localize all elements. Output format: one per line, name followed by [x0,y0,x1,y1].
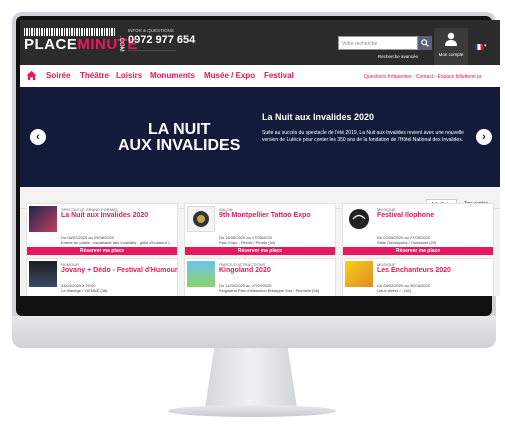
search-icon [421,39,429,47]
next-slide-button[interactable]: › [476,129,492,145]
book-button[interactable]: Réserver ma place [185,247,335,255]
monitor-stand-base [168,405,336,417]
event-thumbnail [187,206,215,232]
event-place: Salle Omnisports / Ouessant (29) [377,240,437,245]
event-card[interactable]: SALON 9th Montpellier Tattoo Expo Du 16/… [184,203,336,255]
search-button[interactable] [418,36,432,50]
nav-item-loisirs[interactable]: Loisirs [116,71,142,80]
nav-item-monuments[interactable]: Monuments [150,71,195,80]
language-flag-icon[interactable] [475,44,483,50]
screen: PLACEMINUTE .COM INFOS & QUESTIONS 0972 … [20,20,500,296]
event-card[interactable]: PARCS D'ATTRACTIONS Kingoland 2020 Du 11… [184,258,336,296]
event-place: Parc Expo - Pérols / Pérols (34) [219,240,276,245]
monitor-chin [12,316,496,348]
search-input[interactable]: Votre recherche [338,36,418,50]
monitor-stand-neck [205,348,297,408]
event-place: Le Manège / VIENNE (38) [61,288,108,293]
event-thumbnail [345,206,373,232]
event-place: Entrée du public : esplanade des Invalid… [61,240,173,245]
event-title[interactable]: La Nuit aux Invalides 2020 [61,212,148,219]
event-thumbnail [29,206,57,232]
event-title[interactable]: Jovany + Dédo - Festival d'Humour [61,267,178,274]
site-header: PLACEMINUTE .COM INFOS & QUESTIONS 0972 … [20,20,500,65]
event-card[interactable]: MUSIQUE Festival Ilophone Du 02/09/2020 … [342,203,494,255]
event-title[interactable]: 9th Montpellier Tattoo Expo [219,212,311,219]
nav-item-soiree[interactable]: Soirée [46,71,70,80]
event-card[interactable]: SPECTACLE GRAND FORMAT La Nuit aux Inval… [26,203,178,255]
nav-secondary-links[interactable]: Questions fréquentes · Contact · Espace … [364,74,482,80]
nav-item-festival[interactable]: Festival [264,71,294,80]
advanced-search-link[interactable]: Recherche avancée [378,54,418,59]
chevron-left-icon: ‹ [36,131,40,143]
slide-description: Suite au succès du spectacle de l'été 20… [262,130,464,143]
event-title[interactable]: Festival Ilophone [377,212,434,219]
user-icon [445,32,457,46]
chevron-right-icon: › [482,131,486,143]
event-card[interactable]: MUSIQUE Les Enchanteurs 2020 Du 28/02/20… [342,258,494,296]
account-button[interactable]: Mon compte [434,28,468,65]
site-logo[interactable]: PLACEMINUTE .COM [24,28,137,58]
phone-number[interactable]: 0972 977 654 [128,34,195,46]
hero-image-title: LA NUIT AUX INVALIDES [118,121,241,154]
event-title[interactable]: Kingoland 2020 [219,267,271,274]
nav-item-musee-expo[interactable]: Musée / Expo [204,71,255,80]
event-place: Lieux divers / - (62) [377,288,412,293]
event-card[interactable]: HUMOUR Jovany + Dédo - Festival d'Humour… [26,258,178,296]
slide-title[interactable]: La Nuit aux Invalides 2020 [262,112,374,122]
nav-item-theatre[interactable]: Théâtre [80,71,109,80]
home-icon[interactable] [26,70,37,81]
event-title[interactable]: Les Enchanteurs 2020 [377,267,451,274]
event-thumbnail [29,261,57,287]
event-place: Kingoland Parc d'attraction Bretagne Sud… [219,288,320,293]
infos-label: INFOS & QUESTIONS [128,28,174,33]
event-thumbnail [345,261,373,287]
chevron-down-icon: ▾ [484,43,487,49]
hours-note: ───────────────── [128,48,177,53]
logo-dotcom: .COM [118,36,124,52]
prev-slide-button[interactable]: ‹ [30,129,46,145]
book-button[interactable]: Réserver ma place [343,247,493,255]
account-label: Mon compte [438,52,464,57]
event-thumbnail [187,261,215,287]
book-button[interactable]: Réserver ma place [27,247,177,255]
hero-slider[interactable]: LA NUIT AUX INVALIDES ‹ › La Nuit aux Inv… [20,87,500,187]
barcode-icon [24,28,116,36]
main-nav: Soirée Théâtre Loisirs Monuments Musée /… [20,65,500,88]
